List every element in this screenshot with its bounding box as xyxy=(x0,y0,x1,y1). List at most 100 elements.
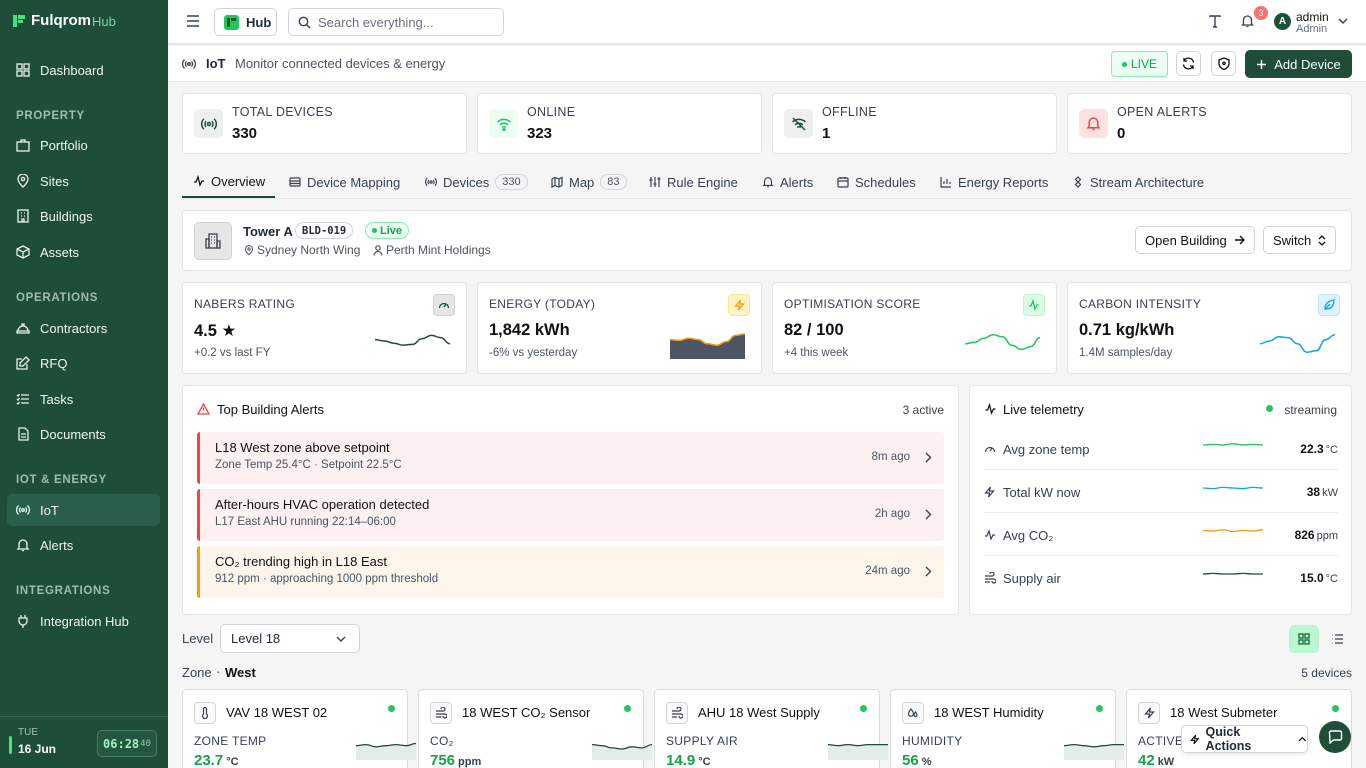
telemetry-label: Avg CO₂ xyxy=(1003,528,1054,543)
list-view-toggle[interactable] xyxy=(1323,625,1351,653)
sidebar-item-contractors[interactable]: Contractors xyxy=(7,312,160,344)
sidebar-item-integration-hub[interactable]: Integration Hub xyxy=(7,605,160,637)
menu-icon[interactable] xyxy=(186,15,200,27)
tab-stream-architecture[interactable]: Stream Architecture xyxy=(1072,166,1204,198)
search-input[interactable]: Search everything... xyxy=(288,8,504,36)
device-value: 14.9 °C xyxy=(666,752,711,768)
radio-signal-icon xyxy=(425,177,437,187)
stat-label: OFFLINE xyxy=(822,105,877,119)
live-telemetry-panel: Live telemetry streaming Avg zone temp 2… xyxy=(969,385,1352,615)
alerts-active-count: 3 active xyxy=(902,403,944,417)
device-number: 14.9 xyxy=(666,752,696,768)
edit-document-icon xyxy=(16,356,30,370)
chevron-down-icon[interactable] xyxy=(1338,18,1348,25)
sidebar-item-label: Buildings xyxy=(40,208,93,224)
bell-icon xyxy=(762,177,774,188)
tab-alerts[interactable]: Alerts xyxy=(762,166,813,198)
zone-separator: · xyxy=(216,664,221,679)
wifi-off-icon xyxy=(784,109,813,138)
building-icon xyxy=(17,209,29,223)
device-card[interactable]: VAV 18 WEST 02 ZONE TEMP 23.7 °C xyxy=(182,689,416,768)
device-metric-label: HUMIDITY xyxy=(902,734,963,748)
sidebar-item-buildings[interactable]: Buildings xyxy=(7,200,160,232)
add-device-button[interactable]: Add Device xyxy=(1245,50,1352,78)
security-button[interactable] xyxy=(1211,51,1236,76)
tab-devices[interactable]: Devices 330 xyxy=(425,166,528,198)
status-label: Live xyxy=(380,224,403,237)
device-value: 756 ppm xyxy=(430,752,481,768)
live-status-badge[interactable]: LIVE xyxy=(1111,51,1168,77)
stat-value: 323 xyxy=(527,125,553,142)
sidebar-item-label: Contractors xyxy=(40,320,108,336)
sidebar-item-documents[interactable]: Documents xyxy=(7,418,160,450)
device-card[interactable]: 18 WEST CO₂ Sensor CO₂ 756 ppm xyxy=(418,689,652,768)
device-card[interactable]: AHU 18 West Supply SUPPLY AIR 14.9 °C xyxy=(654,689,888,768)
droplets-icon xyxy=(902,702,924,724)
stat-value: 330 xyxy=(232,125,258,142)
search-icon xyxy=(298,16,311,28)
switch-building-button[interactable]: Switch xyxy=(1263,226,1337,254)
level-select[interactable]: Level 18 xyxy=(220,624,360,653)
grid-view-toggle[interactable] xyxy=(1289,625,1319,653)
device-name: 18 WEST Humidity xyxy=(934,705,1044,720)
alert-item[interactable]: After-hours HVAC operation detected L17 … xyxy=(197,489,944,541)
sliders-icon xyxy=(649,177,661,187)
sidebar-item-rfq[interactable]: RFQ xyxy=(7,347,160,379)
refresh-button[interactable] xyxy=(1176,51,1201,76)
sidebar-item-assets[interactable]: Assets xyxy=(7,236,160,268)
notification-bell-icon[interactable] xyxy=(1241,14,1254,28)
tab-map[interactable]: Map 83 xyxy=(551,166,627,198)
wind-icon xyxy=(430,702,452,724)
gauge-icon xyxy=(433,294,455,316)
avatar[interactable]: A xyxy=(1274,13,1291,30)
dashboard-icon xyxy=(16,63,30,77)
sidebar-item-label: Assets xyxy=(40,244,80,260)
building-icon xyxy=(194,222,232,260)
brand-logo[interactable]: Fulqrom Hub xyxy=(12,12,116,29)
kpi-value: 4.5 ★ xyxy=(194,322,237,340)
device-name: 18 West Submeter xyxy=(1170,705,1278,720)
radio-signal-icon xyxy=(194,109,223,138)
stat-card-offline: OFFLINE 1 xyxy=(772,93,1057,154)
sidebar-item-alerts[interactable]: Alerts xyxy=(7,529,160,561)
map-count-badge: 83 xyxy=(600,174,627,190)
tab-rule-engine[interactable]: Rule Engine xyxy=(649,166,738,198)
text-size-icon[interactable] xyxy=(1209,15,1221,28)
tab-label: Schedules xyxy=(855,174,916,190)
tab-schedules[interactable]: Schedules xyxy=(837,166,916,198)
tab-energy-reports[interactable]: Energy Reports xyxy=(940,166,1048,198)
building-name: Tower A xyxy=(243,224,293,239)
user-role: Admin xyxy=(1296,23,1328,35)
section-operations: OPERATIONS xyxy=(16,292,99,304)
device-number: 56 xyxy=(902,752,919,768)
date-accent xyxy=(9,736,12,754)
tab-device-mapping[interactable]: Device Mapping xyxy=(289,166,400,198)
wifi-icon xyxy=(489,109,518,138)
telemetry-number: 22.3 xyxy=(1300,442,1324,456)
sidebar-item-label: Integration Hub xyxy=(40,613,129,629)
device-metric-label: SUPPLY AIR xyxy=(666,734,738,748)
online-status-dot xyxy=(388,705,395,712)
tab-overview[interactable]: Overview xyxy=(182,166,275,198)
telemetry-sparkline-line xyxy=(1203,486,1263,490)
sidebar-item-sites[interactable]: Sites xyxy=(7,165,160,197)
hub-switcher-button[interactable]: Hub xyxy=(214,8,277,36)
sidebar-item-tasks[interactable]: Tasks xyxy=(7,383,160,415)
open-building-button[interactable]: Open Building xyxy=(1135,226,1255,254)
device-card[interactable]: 18 WEST Humidity HUMIDITY 56% xyxy=(890,689,1124,768)
alert-item[interactable]: CO₂ trending high in L18 East 912 ppm · … xyxy=(197,546,944,598)
kpi-card-nabers: NABERS RATING 4.5 ★ +0.2 vs last FY xyxy=(182,282,467,374)
list-icon xyxy=(1332,634,1343,644)
quick-actions-button[interactable]: Quick Actions xyxy=(1181,725,1308,753)
telemetry-value: 38 kW xyxy=(1307,485,1338,499)
alert-detail: L17 East AHU running 22:14–06:00 xyxy=(215,516,396,528)
alert-time: 8m ago xyxy=(871,451,910,463)
sidebar-item-dashboard[interactable]: Dashboard xyxy=(7,54,160,86)
sidebar-item-iot[interactable]: IoT xyxy=(7,494,160,526)
chat-icon xyxy=(1328,730,1342,744)
sidebar-item-portfolio[interactable]: Portfolio xyxy=(7,129,160,161)
chat-button[interactable] xyxy=(1319,721,1351,753)
alert-item[interactable]: L18 West zone above setpoint Zone Temp 2… xyxy=(197,432,944,484)
user-name[interactable]: admin xyxy=(1296,10,1329,24)
tab-label: Device Mapping xyxy=(307,174,401,190)
